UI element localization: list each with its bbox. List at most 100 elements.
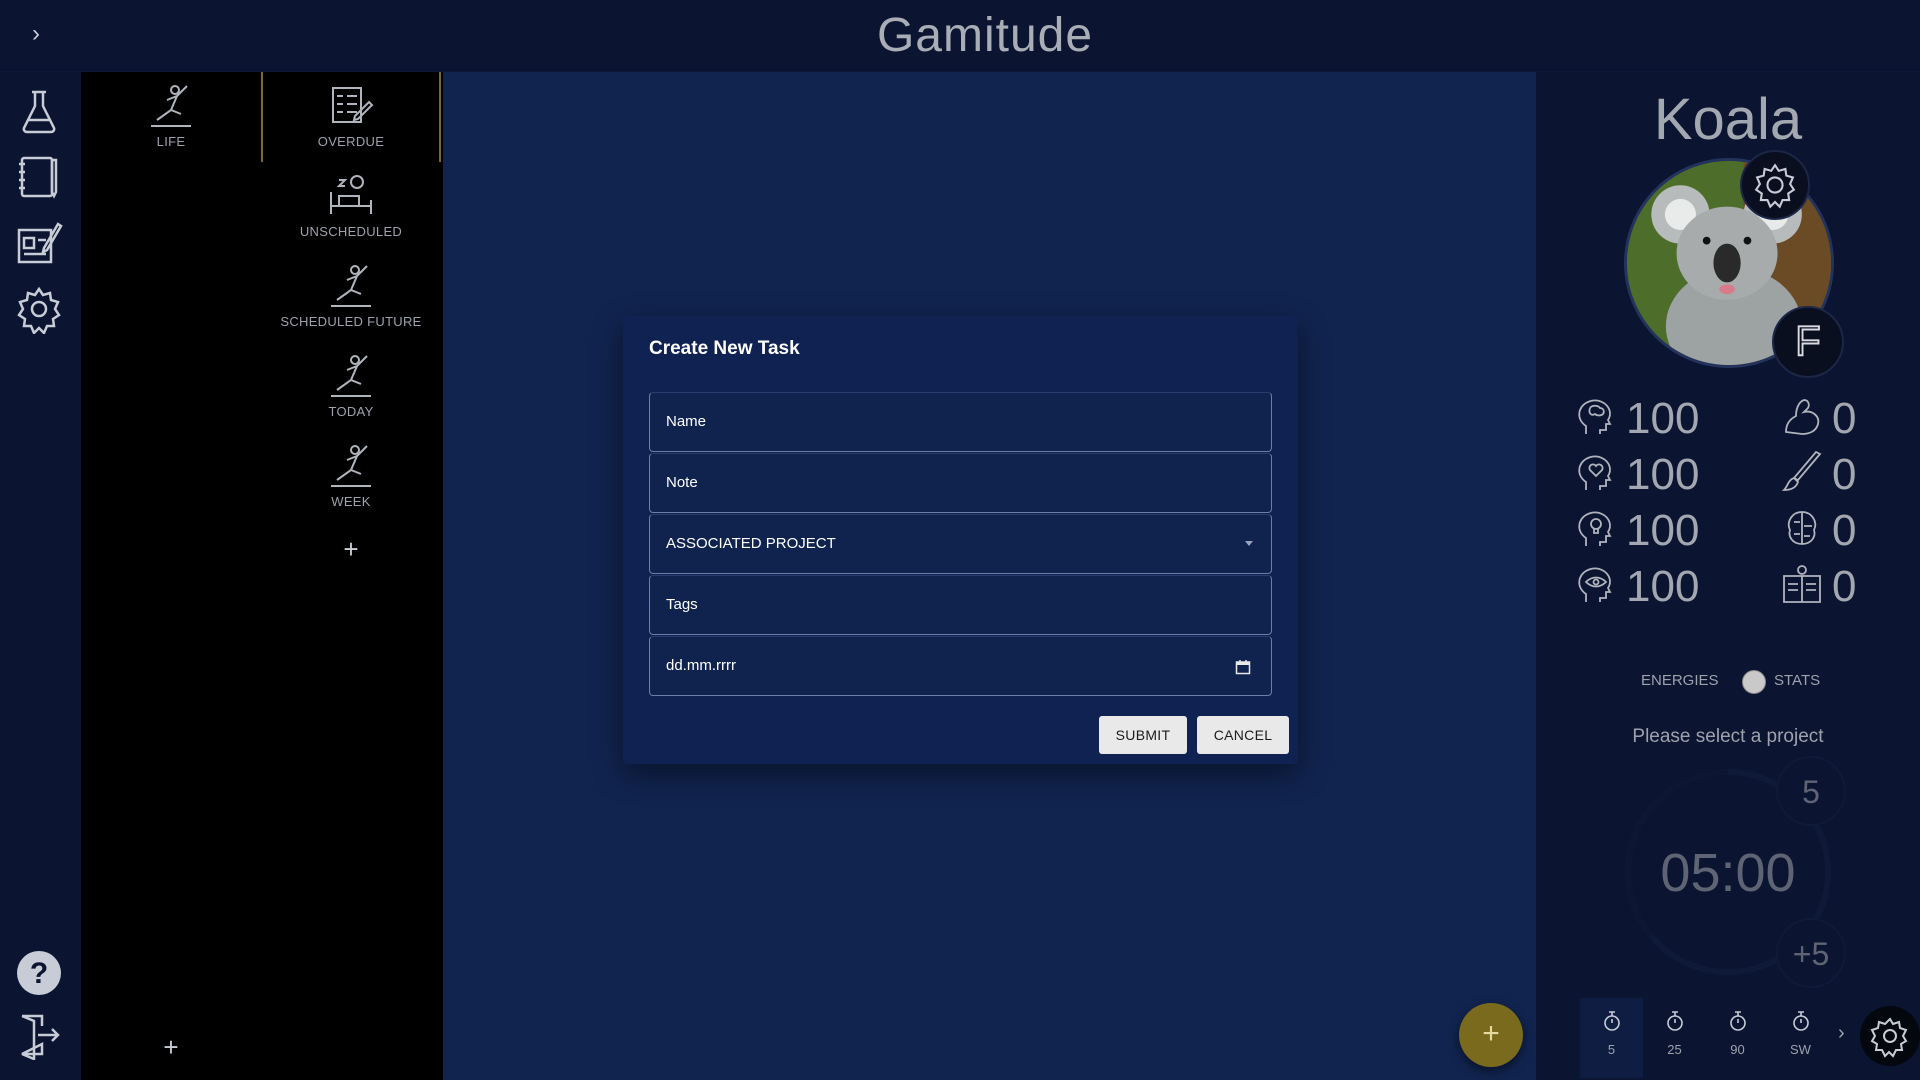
energy-value: 100: [1626, 506, 1700, 555]
preset-5[interactable]: 5: [1580, 998, 1643, 1078]
gear-icon: [1870, 1017, 1908, 1058]
date-field-value: dd.mm.rrrr: [666, 657, 736, 674]
timer-settings-button[interactable]: [1860, 1006, 1920, 1066]
project-label: OVERDUE: [317, 134, 385, 149]
cancel-button[interactable]: CANCEL: [1197, 716, 1289, 754]
project-label: LIFE: [156, 134, 186, 149]
stat-value: 0: [1832, 394, 1857, 443]
preset-label: 25: [1667, 1042, 1682, 1057]
select-project-prompt: Please select a project: [1632, 726, 1824, 747]
tags-field[interactable]: Tags: [649, 575, 1272, 635]
eye-head-icon: [1578, 567, 1612, 602]
chevron-down-icon: [1245, 541, 1253, 546]
climber-icon: [331, 445, 371, 487]
presets-next-button[interactable]: ›: [1838, 1022, 1845, 1045]
book-icon: [1783, 565, 1821, 603]
stopwatch-icon: [1666, 1011, 1683, 1031]
timer-top-bubble[interactable]: 5: [1776, 756, 1846, 826]
energy-value: 100: [1626, 394, 1700, 443]
checklist-icon: [332, 87, 374, 123]
name-field[interactable]: Name: [649, 392, 1272, 452]
stopwatch-icon: [1603, 1011, 1620, 1031]
project-label: UNSCHEDULED: [299, 224, 403, 239]
climber-icon: [331, 265, 371, 307]
preset-label: 90: [1730, 1042, 1745, 1057]
note-field[interactable]: Note: [649, 453, 1272, 513]
project-overdue[interactable]: OVERDUE: [261, 72, 441, 162]
help-icon[interactable]: ?: [14, 948, 64, 998]
app-title: Gamitude: [876, 9, 1094, 62]
name-field-label: Name: [666, 413, 707, 430]
brush-icon: [1781, 450, 1822, 491]
energies-stats-toggle[interactable]: ENERGIES STATS: [1536, 666, 1920, 696]
climber-icon: [331, 355, 371, 397]
preset-label: 5: [1607, 1042, 1616, 1057]
project-unscheduled[interactable]: UNSCHEDULED: [261, 162, 441, 252]
add-task-fab[interactable]: +: [1459, 1003, 1523, 1067]
attribute-stat: 0: [1780, 392, 1880, 443]
brain-head-icon: [1578, 399, 1612, 434]
energy-stat: 100: [1574, 448, 1724, 499]
stopwatch-icon: [1792, 1011, 1809, 1031]
preset-sw[interactable]: SW: [1769, 998, 1832, 1078]
associated-project-select[interactable]: ASSOCIATED PROJECT: [649, 514, 1272, 574]
stat-value: 0: [1832, 562, 1857, 611]
project-column-right: OVERDUE UNSCHEDULED SCHEDULED FUTURE TOD…: [261, 72, 443, 1080]
create-task-dialog: Create New Task Name Note ASSOCIATED PRO…: [623, 316, 1298, 764]
calendar-icon[interactable]: [1235, 659, 1251, 675]
attribute-stat: 0: [1780, 504, 1880, 555]
energy-value: 100: [1626, 562, 1700, 611]
left-rail: ?: [0, 72, 81, 1080]
energy-stat: 100: [1574, 504, 1724, 555]
project-label: SCHEDULED FUTURE: [280, 314, 422, 329]
tags-field-label: Tags: [666, 596, 698, 613]
project-life[interactable]: LIFE: [81, 72, 261, 162]
top-bar: › Gamitude: [0, 0, 1920, 72]
project-scheduled-future[interactable]: SCHEDULED FUTURE: [261, 252, 441, 342]
lightbulb-head-icon: [1578, 511, 1612, 546]
energies-label: ENERGIES: [1641, 672, 1719, 689]
project-today[interactable]: TODAY: [261, 342, 441, 432]
timer-display: 05:00: [1660, 843, 1796, 903]
submit-button[interactable]: SUBMIT: [1099, 716, 1187, 754]
climber-icon: [151, 85, 191, 127]
sleeping-icon: [330, 175, 372, 214]
stat-value: 0: [1832, 506, 1857, 555]
preset-90[interactable]: 90: [1706, 998, 1769, 1078]
add-five-minutes-button[interactable]: +5: [1776, 918, 1846, 988]
profile-settings-button[interactable]: [1740, 150, 1810, 220]
rank-badge: F: [1772, 306, 1844, 378]
projects-panel: LIFE + OVERDUE UNSCHEDULED SCHEDULED FUT…: [81, 72, 443, 1080]
flask-icon[interactable]: [14, 86, 64, 136]
toggle-switch[interactable]: [1742, 670, 1766, 694]
profile-panel: Koala F 100 100 100 100 0 0 0 0 ENERGIES…: [1536, 72, 1920, 1080]
gear-icon: [1754, 163, 1796, 209]
preset-label: SW: [1790, 1042, 1811, 1057]
task-sheet-icon[interactable]: [14, 218, 64, 268]
rank-letter-icon: F: [1794, 316, 1821, 365]
logout-icon[interactable]: [14, 1010, 64, 1061]
stat-value: 0: [1832, 450, 1857, 499]
rank-letter: F: [1795, 317, 1820, 364]
date-field[interactable]: dd.mm.rrrr: [649, 636, 1272, 696]
energy-stat: 100: [1574, 392, 1724, 443]
stats-label: STATS: [1774, 672, 1821, 689]
brain-circuit-icon: [1787, 511, 1817, 545]
note-field-label: Note: [666, 474, 698, 491]
timer-presets: 5 25 90 SW: [1580, 998, 1840, 1078]
preset-25[interactable]: 25: [1643, 998, 1706, 1078]
add-project-button[interactable]: +: [336, 534, 366, 564]
project-week[interactable]: WEEK: [261, 432, 441, 522]
energy-value: 100: [1626, 450, 1700, 499]
project-label: TODAY: [328, 404, 374, 419]
notebook-icon[interactable]: [14, 152, 64, 202]
heart-head-icon: [1578, 455, 1612, 490]
dialog-title: Create New Task: [649, 338, 800, 359]
project-label: WEEK: [331, 494, 371, 509]
stopwatch-icon: [1729, 1011, 1746, 1031]
muscle-icon: [1785, 399, 1820, 435]
username: Koala: [1653, 87, 1803, 152]
gear-icon[interactable]: [14, 284, 64, 336]
add-project-button[interactable]: +: [156, 1032, 186, 1062]
attribute-stat: 0: [1780, 448, 1880, 499]
